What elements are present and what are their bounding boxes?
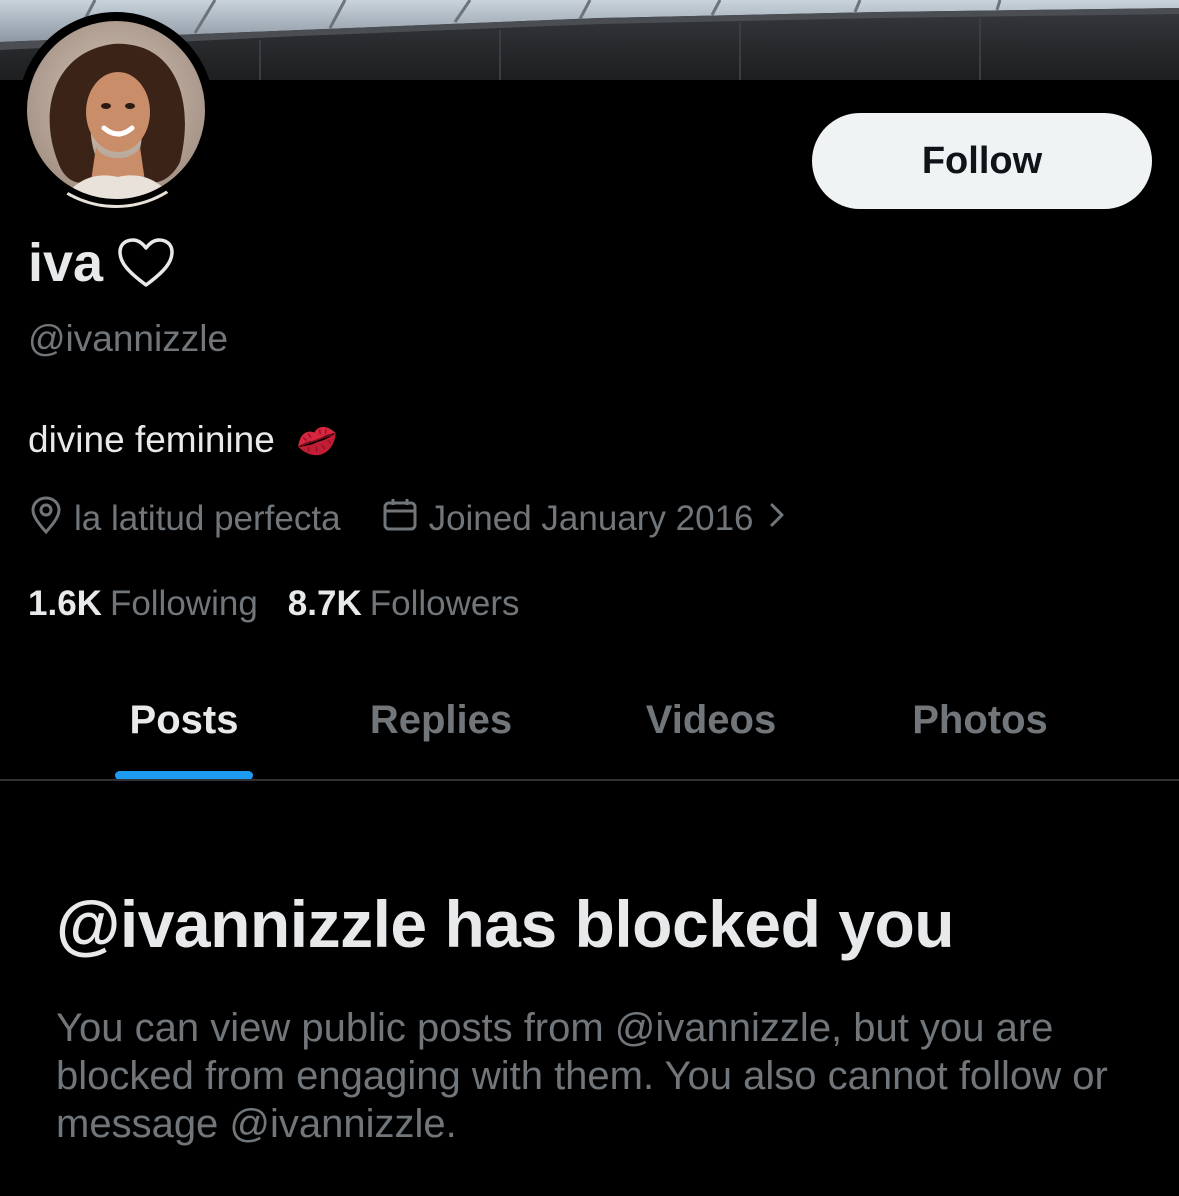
tab-replies[interactable]: Replies [330,660,552,780]
tab-videos[interactable]: Videos [605,660,817,780]
following-count: 1.6K [28,584,102,623]
follow-button[interactable]: Follow [812,113,1152,209]
calendar-icon [381,496,419,543]
profile-page: Follow iva @ivannizzle divine feminine l… [0,0,1179,1196]
tab-posts[interactable]: Posts [84,660,284,780]
profile-handle: @ivannizzle [28,318,229,359]
profile-tabs: Posts Replies Videos Photos [0,660,1179,780]
blocked-message: You can view public posts from @ivannizz… [56,1006,1108,1146]
bio: divine feminine [28,418,341,462]
followers-stat[interactable]: 8.7K Followers [288,584,520,624]
followers-count: 8.7K [287,584,362,623]
joined-text: Joined January 2016 [428,499,754,538]
blocked-title: @ivannizzle has blocked you [56,887,955,961]
lips-kiss-icon [293,418,341,462]
profile-meta: la latitud perfecta Joined January 2016 [28,495,790,544]
follow-stats: 1.6K Following 8.7K Followers [28,584,520,624]
bio-text: divine feminine [28,419,275,460]
display-name-text: iva [28,233,104,293]
following-stat[interactable]: 1.6K Following [28,584,258,624]
location-text: la latitud perfecta [74,499,341,538]
avatar[interactable] [18,12,214,208]
heart-outline-icon [117,237,175,289]
location: la latitud perfecta [28,495,341,544]
location-pin-icon [28,495,64,544]
tabs-divider [0,779,1179,781]
chevron-right-icon [764,499,790,539]
joined-date[interactable]: Joined January 2016 [381,496,790,543]
display-name: iva [28,232,175,294]
following-label: Following [109,584,258,623]
avatar-photo [21,15,211,208]
tab-photos[interactable]: Photos [870,660,1090,780]
followers-label: Followers [369,584,520,623]
